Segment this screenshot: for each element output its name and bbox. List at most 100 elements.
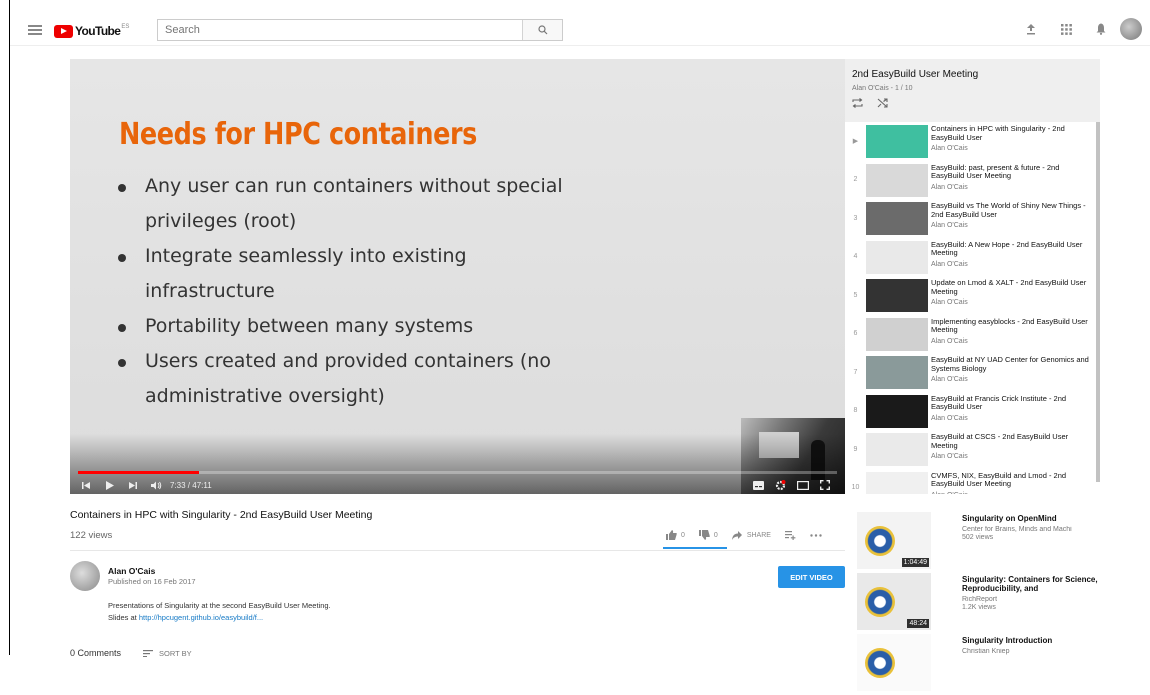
playlist-item-thumbnail[interactable] xyxy=(866,356,928,389)
playlist-item-meta: Containers in HPC with Singularity - 2nd… xyxy=(931,122,1091,161)
playlist-item-thumbnail[interactable] xyxy=(866,279,928,312)
dislike-button[interactable]: 0 xyxy=(698,530,718,540)
settings-gear-icon[interactable] xyxy=(775,479,786,491)
volume-icon[interactable] xyxy=(151,481,162,490)
theater-mode-icon[interactable] xyxy=(797,480,809,490)
playlist-item-thumbnail[interactable] xyxy=(866,240,928,274)
edit-video-button[interactable]: EDIT VIDEO xyxy=(778,566,845,588)
search-button[interactable] xyxy=(522,20,562,40)
previous-icon[interactable] xyxy=(82,481,91,490)
youtube-logo[interactable]: YouTube ES xyxy=(54,24,129,38)
related-video-channel: Center for Brains, Minds and Machi xyxy=(962,526,1072,533)
playlist-item-meta: EasyBuild: past, present & future - 2nd … xyxy=(931,161,1091,200)
playlist-item-title[interactable]: EasyBuild: A New Hope - 2nd EasyBuild Us… xyxy=(931,240,1091,258)
playlist-item[interactable]: 6 Implementing easyblocks - 2nd EasyBuild… xyxy=(845,315,1096,354)
playlist-item-index: 7 xyxy=(853,368,858,376)
like-button[interactable]: 0 xyxy=(666,530,685,540)
channel-avatar[interactable] xyxy=(70,561,100,591)
playlist-item-channel: Alan O'Cais xyxy=(931,183,968,191)
playlist-item[interactable]: 3 EasyBuild vs The World of Shiny New Thi… xyxy=(845,199,1096,238)
fullscreen-icon[interactable] xyxy=(820,480,830,490)
publish-date: Published on 16 Feb 2017 xyxy=(108,577,196,586)
playlist-title[interactable]: 2nd EasyBuild User Meeting xyxy=(852,69,1100,80)
playlist-item-channel: Alan O'Cais xyxy=(931,453,968,460)
video-frame-slide: Needs for HPC containers Any user can ru… xyxy=(70,59,845,494)
bullet-dot xyxy=(118,204,145,239)
playlist-item-channel: Alan O'Cais xyxy=(931,414,968,422)
related-video-title[interactable]: Singularity on OpenMind xyxy=(962,514,1100,523)
notifications-bell-icon[interactable] xyxy=(1092,20,1110,38)
related-video-channel: RichReport xyxy=(962,596,998,603)
playlist-item[interactable]: 5 Update on Lmod & XALT - 2nd EasyBuild U… xyxy=(845,276,1096,315)
subtitles-icon[interactable] xyxy=(753,480,764,490)
playlist-item-title[interactable]: EasyBuild at Francis Crick Institute - 2… xyxy=(931,394,1091,412)
menu-icon[interactable] xyxy=(28,25,42,35)
playlist-item-title[interactable]: EasyBuild: past, present & future - 2nd … xyxy=(931,163,1091,181)
playlist-item-thumbnail[interactable] xyxy=(866,202,928,235)
related-video-thumbnail[interactable]: 48:24 xyxy=(857,573,931,630)
loop-icon[interactable] xyxy=(852,98,863,108)
add-to-playlist-button[interactable] xyxy=(784,530,796,540)
playlist-item-title[interactable]: EasyBuild vs The World of Shiny New Thin… xyxy=(931,201,1091,219)
playlist-item-title[interactable]: Containers in HPC with Singularity - 2nd… xyxy=(931,124,1091,142)
related-video-title[interactable]: Singularity: Containers for Science, Rep… xyxy=(962,575,1100,593)
playlist-item-thumbnail[interactable] xyxy=(866,433,928,466)
share-button[interactable]: SHARE xyxy=(731,530,771,540)
search-input[interactable] xyxy=(158,20,522,40)
more-dots-icon xyxy=(810,533,822,537)
related-video-duration: 1:04:49 xyxy=(901,558,929,567)
apps-grid-icon[interactable] xyxy=(1057,20,1075,38)
upload-icon[interactable] xyxy=(1022,20,1040,38)
playlist-item-title[interactable]: CVMFS, NIX, EasyBuild and Lmod - 2nd Eas… xyxy=(931,471,1091,489)
more-actions-button[interactable] xyxy=(810,533,822,537)
playlist-item-meta: EasyBuild at CSCS - 2nd EasyBuild User M… xyxy=(931,430,1091,469)
playlist-item-thumbnail[interactable] xyxy=(866,163,928,197)
sort-by-button[interactable]: SORT BY xyxy=(143,648,192,658)
video-player[interactable]: Needs for HPC containers Any user can ru… xyxy=(70,59,845,494)
comments-header: 0 Comments SORT BY xyxy=(70,648,192,658)
next-icon[interactable] xyxy=(128,481,137,490)
playlist-item-title[interactable]: EasyBuild at CSCS - 2nd EasyBuild User M… xyxy=(931,432,1091,450)
playlist-item-thumbnail[interactable] xyxy=(866,394,928,428)
playlist-item-index: 10 xyxy=(851,484,860,492)
playlist-item[interactable]: ▶ Containers in HPC with Singularity - 2n… xyxy=(845,122,1096,161)
related-video[interactable]: Singularity Introduction Christian Kniep xyxy=(857,634,1100,695)
playlist-item-title[interactable]: Update on Lmod & XALT - 2nd EasyBuild Us… xyxy=(931,278,1091,296)
playlist-item-thumbnail[interactable] xyxy=(866,471,928,494)
shuffle-icon[interactable] xyxy=(877,98,888,108)
play-icon[interactable] xyxy=(105,480,114,490)
account-avatar[interactable] xyxy=(1120,18,1142,40)
playlist-item[interactable]: 10 CVMFS, NIX, EasyBuild and Lmod - 2nd E… xyxy=(845,469,1096,495)
playlist-item[interactable]: 4 EasyBuild: A New Hope - 2nd EasyBuild U… xyxy=(845,238,1096,277)
playlist-item-title[interactable]: Implementing easyblocks - 2nd EasyBuild … xyxy=(931,317,1091,335)
share-arrow-icon xyxy=(731,530,742,540)
related-video-title[interactable]: Singularity Introduction xyxy=(962,636,1100,645)
playlist-item[interactable]: 7 EasyBuild at NY UAD Center for Genomics… xyxy=(845,353,1096,392)
search-box xyxy=(157,19,563,41)
playlist-item-thumbnail[interactable] xyxy=(866,317,928,351)
playlist-item-title[interactable]: EasyBuild at NY UAD Center for Genomics … xyxy=(931,355,1091,373)
playlist-item-index: 9 xyxy=(853,445,858,453)
related-video-thumbnail[interactable]: 1:04:49 xyxy=(857,512,931,569)
playlist-panel: 2nd EasyBuild User Meeting Alan O'Cais -… xyxy=(845,59,1100,494)
playlist-item[interactable]: 9 EasyBuild at CSCS - 2nd EasyBuild User … xyxy=(845,430,1096,469)
progress-bar[interactable] xyxy=(78,471,837,474)
slide-bullet-line: privileges (root) xyxy=(118,204,563,239)
description-line: Presentations of Singularity at the seco… xyxy=(108,601,331,610)
bullet-dot xyxy=(118,344,145,379)
bullet-dot xyxy=(118,274,145,309)
bullet-dot xyxy=(118,309,145,344)
related-video[interactable]: 1:04:49 Singularity on OpenMind Center for… xyxy=(857,512,1100,573)
related-video-thumbnail[interactable] xyxy=(857,634,931,691)
bullet-text: administrative oversight) xyxy=(145,385,385,407)
playlist-scrollbar[interactable] xyxy=(1096,122,1100,482)
playlist-item-thumbnail[interactable] xyxy=(866,125,928,158)
playlist-item-channel: Alan O'Cais xyxy=(931,492,1091,495)
related-video[interactable]: 48:24 Singularity: Containers for Science… xyxy=(857,573,1100,634)
playlist-item[interactable]: 2 EasyBuild: past, present & future - 2nd… xyxy=(845,161,1096,200)
channel-name[interactable]: Alan O'Cais xyxy=(108,566,155,576)
playlist-item[interactable]: 8 EasyBuild at Francis Crick Institute - … xyxy=(845,392,1096,431)
slides-link[interactable]: http://hpcugent.github.io/easybuild/f... xyxy=(139,613,263,622)
thumbs-down-icon xyxy=(698,530,710,540)
masthead: YouTube ES xyxy=(10,0,1150,46)
